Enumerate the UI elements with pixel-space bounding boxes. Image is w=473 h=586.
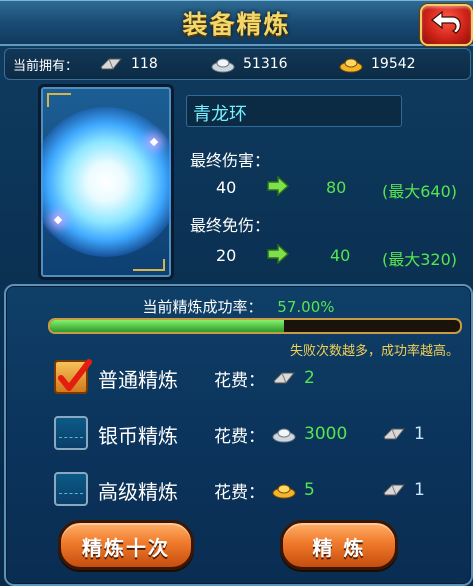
- item-name: 青龙环: [193, 104, 247, 125]
- item-name-box: 青龙环: [186, 95, 402, 127]
- option-advanced-refine[interactable]: 高级精炼 花费： 5 1: [54, 472, 444, 508]
- refine-ten-label: 精炼十次: [82, 536, 170, 560]
- resource-value: 51316: [243, 56, 288, 72]
- check-icon: [58, 359, 92, 391]
- resource-bar: 当前拥有： 118 51316 19542: [4, 48, 471, 80]
- refine-stone-icon: [383, 484, 406, 496]
- refine-stone-icon: [100, 58, 123, 70]
- back-button[interactable]: [420, 4, 473, 46]
- cost-value: 1: [414, 480, 425, 500]
- cost-secondary: 1: [382, 421, 425, 447]
- resource-label: 当前拥有：: [13, 59, 79, 74]
- success-rate-bar: [48, 318, 462, 334]
- option-checkbox[interactable]: [54, 359, 92, 394]
- cost-secondary: 1: [382, 477, 425, 503]
- reduction-label: 最终免伤：: [190, 216, 271, 235]
- cost-primary: 5: [272, 477, 315, 503]
- card-corner: [133, 259, 165, 271]
- option-normal-refine[interactable]: 普通精炼 花费： 2: [54, 359, 444, 396]
- refine-label: 精 炼: [312, 536, 366, 560]
- success-rate-fill: [50, 320, 284, 332]
- item-card[interactable]: [38, 84, 174, 280]
- success-rate-line: 当前精炼成功率： 57.00%: [6, 296, 471, 317]
- page-title: 装备精炼: [182, 10, 291, 39]
- success-rate-value: 57.00%: [277, 298, 335, 316]
- cost-primary: 2: [272, 365, 315, 391]
- resource-refine-stone: 118: [99, 53, 158, 75]
- option-checkbox[interactable]: [54, 416, 88, 450]
- cost-label: 花费：: [214, 371, 265, 391]
- resource-value: 19542: [371, 56, 416, 72]
- reduction-max: (最大320): [382, 250, 458, 269]
- cost-label: 花费：: [214, 427, 265, 447]
- cost-value: 3000: [304, 424, 348, 444]
- damage-current: 40: [216, 178, 237, 197]
- refine-button[interactable]: 精 炼: [280, 520, 398, 570]
- silver-ingot-icon: [272, 428, 296, 443]
- qinglong-ring-icon: [41, 107, 171, 257]
- reduction-current: 20: [216, 246, 237, 265]
- resource-gold: 19542: [339, 53, 416, 75]
- option-title: 高级精炼: [98, 480, 178, 504]
- damage-max: (最大640): [382, 182, 458, 201]
- gold-ingot-icon: [272, 484, 296, 499]
- cost-primary: 3000: [272, 421, 347, 447]
- damage-next: 80: [326, 178, 347, 197]
- success-rate-label: 当前精炼成功率：: [142, 298, 263, 316]
- silver-ingot-icon: [211, 58, 235, 73]
- back-arrow-icon: [431, 11, 461, 34]
- upgrade-arrow-icon: [267, 244, 290, 264]
- damage-label: 最终伤害：: [190, 151, 271, 170]
- option-title: 普通精炼: [98, 368, 178, 392]
- refine-hint: 失败次数越多，成功率越高。: [289, 344, 459, 359]
- option-checkbox[interactable]: [54, 472, 88, 506]
- gold-ingot-icon: [339, 58, 363, 73]
- card-corner: [47, 93, 71, 107]
- equipment-refine-screen: 装备精炼 当前拥有： 118 51316 19542 青龙环 最终伤害： 40 …: [0, 0, 473, 586]
- cost-value: 2: [304, 368, 315, 388]
- title-bar: 装备精炼: [0, 0, 473, 46]
- resource-value: 118: [131, 56, 158, 72]
- refine-ten-button[interactable]: 精炼十次: [58, 520, 194, 570]
- reduction-next: 40: [330, 246, 351, 265]
- resource-silver: 51316: [211, 53, 288, 75]
- cost-label: 花费：: [214, 483, 265, 503]
- upgrade-arrow-icon: [267, 176, 290, 196]
- option-title: 银币精炼: [98, 424, 178, 448]
- refine-stone-icon: [273, 372, 296, 384]
- cost-value: 1: [414, 424, 425, 444]
- refine-stone-icon: [383, 428, 406, 440]
- cost-value: 5: [304, 480, 315, 500]
- option-silver-refine[interactable]: 银币精炼 花费： 3000 1: [54, 416, 444, 452]
